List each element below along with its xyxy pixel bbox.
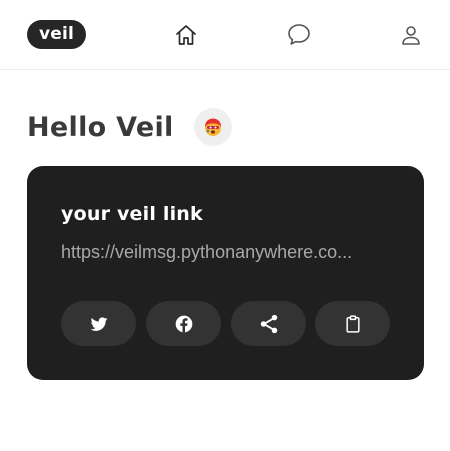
twitter-share-button[interactable]: [61, 301, 136, 346]
home-icon[interactable]: [173, 22, 199, 48]
twitter-icon: [90, 316, 107, 331]
veil-link-url[interactable]: https://veilmsg.pythonanywhere.co...: [61, 242, 391, 263]
veil-logo[interactable]: veil: [27, 20, 86, 49]
chat-bubble-icon[interactable]: [286, 22, 312, 48]
top-navbar: veil: [0, 0, 450, 70]
copy-link-button[interactable]: [315, 301, 390, 346]
share-icon: [260, 314, 277, 333]
avatar: [193, 108, 232, 146]
facebook-share-button[interactable]: [146, 301, 221, 346]
facebook-icon: [175, 315, 192, 332]
greeting-heading: Hello Veil: [27, 111, 174, 143]
greeting-row: Hello Veil: [27, 106, 232, 148]
user-icon[interactable]: [398, 22, 424, 48]
veil-link-card: your veil link https://veilmsg.pythonany…: [27, 166, 424, 380]
share-button[interactable]: [231, 301, 306, 346]
card-title: your veil link: [61, 203, 203, 225]
clipboard-icon: [345, 314, 360, 333]
red-haired-face-emoji-icon: [204, 118, 221, 136]
